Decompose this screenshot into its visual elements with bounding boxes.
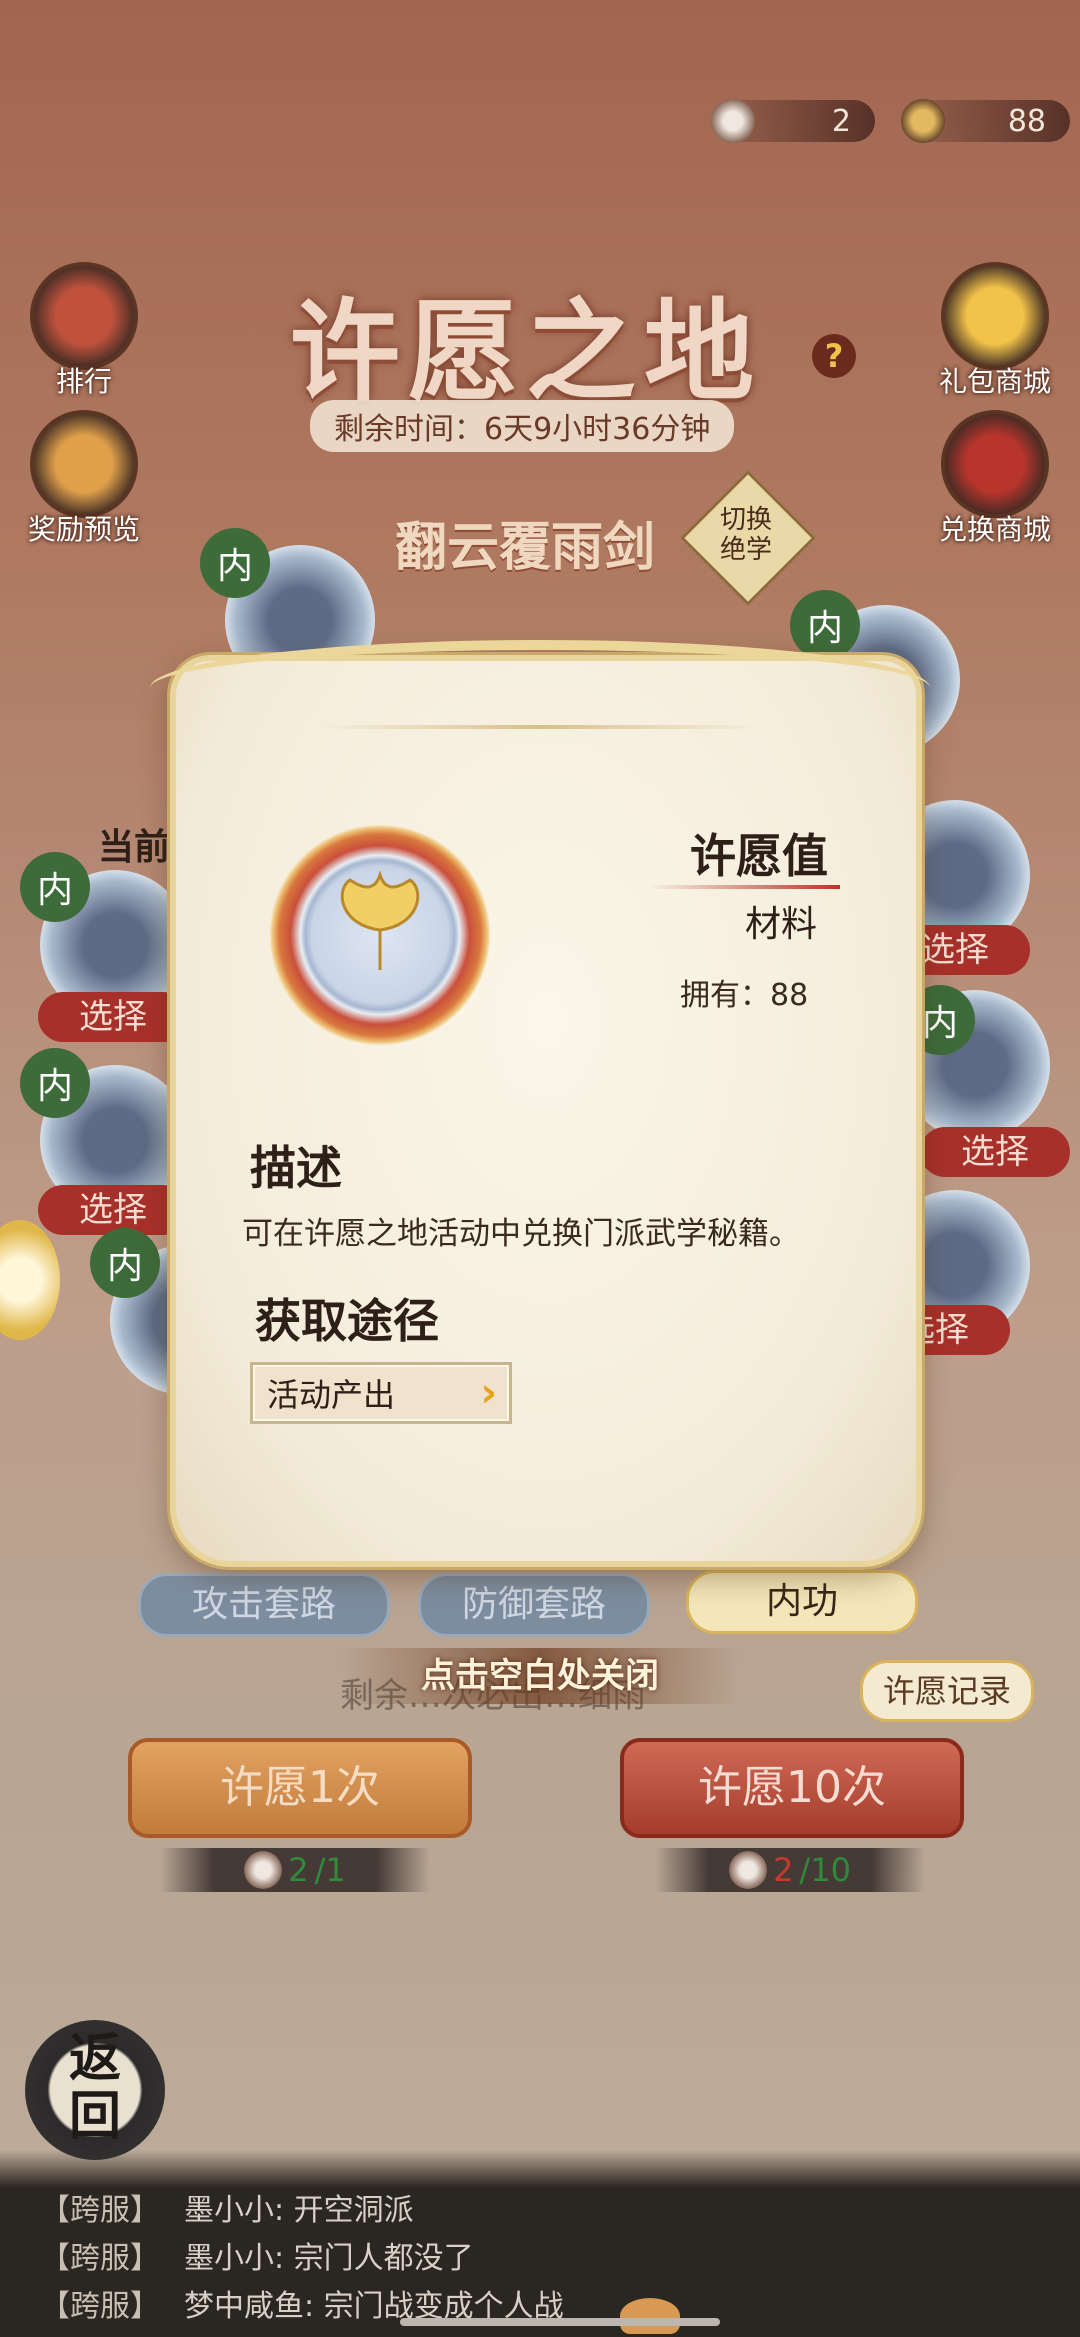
name-underline bbox=[650, 885, 840, 889]
neigong-tag: 内 bbox=[20, 852, 90, 922]
world-chat[interactable]: 【跨服】 墨小小: 开空洞派 【跨服】 墨小小: 宗门人都没了 【跨服】 梦中咸鱼: … bbox=[0, 2187, 1080, 2337]
treasure-chest-icon bbox=[30, 410, 138, 518]
tab-neigong[interactable]: 内功 bbox=[686, 1570, 918, 1634]
gift-shop-button[interactable]: 礼包商城 bbox=[935, 262, 1055, 400]
wish-ten-button[interactable]: 许愿10次 bbox=[620, 1738, 964, 1838]
current-label: 当前 bbox=[98, 827, 171, 868]
source-activity-button[interactable]: 活动产出 › bbox=[250, 1362, 512, 1424]
select-button[interactable]: 选择 bbox=[38, 1185, 188, 1235]
reward-preview-button[interactable]: 奖励预览 bbox=[24, 410, 144, 548]
description-text: 可在许愿之地活动中兑换门派武学秘籍。 bbox=[242, 1216, 800, 1252]
skill-name: 翻云覆雨剑 bbox=[395, 517, 656, 578]
item-detail-modal bbox=[170, 655, 922, 1567]
wish-token-icon bbox=[711, 99, 755, 143]
neigong-tag: 内 bbox=[90, 1228, 160, 1298]
ginkgo-counter: 88 bbox=[901, 99, 1070, 143]
home-indicator bbox=[400, 2318, 720, 2326]
ginkgo-leaf-icon bbox=[330, 870, 430, 980]
switch-skill-label: 切换 绝学 bbox=[719, 505, 772, 565]
chat-line: 【跨服】 墨小小: 宗门人都没了 bbox=[40, 2241, 474, 2276]
wish-once-cost: 2/1 bbox=[160, 1848, 430, 1892]
select-button[interactable]: 选择 bbox=[38, 992, 188, 1042]
neigong-tag: 内 bbox=[200, 528, 270, 598]
neigong-tag: 内 bbox=[790, 590, 860, 660]
ginkgo-leaf-icon bbox=[901, 99, 945, 143]
item-name: 许愿值 bbox=[690, 829, 828, 883]
neigong-tag: 内 bbox=[20, 1048, 90, 1118]
back-label: 返 回 bbox=[68, 2028, 121, 2147]
wish-token-icon bbox=[729, 1851, 768, 1889]
tab-defense[interactable]: 防御套路 bbox=[418, 1573, 650, 1637]
wish-ten-cost: 2/10 bbox=[655, 1848, 925, 1892]
close-hint[interactable]: 点击空白处关闭 bbox=[340, 1648, 740, 1704]
chevron-right-icon: › bbox=[480, 1370, 497, 1416]
shiba-dog-icon bbox=[620, 2298, 680, 2334]
chat-line: 【跨服】 墨小小: 开空洞派 bbox=[40, 2193, 414, 2228]
wish-once-button[interactable]: 许愿1次 bbox=[128, 1738, 472, 1838]
help-icon[interactable]: ? bbox=[812, 334, 856, 378]
gift-bag-icon bbox=[941, 262, 1049, 370]
exchange-shop-button[interactable]: 兑换商城 bbox=[935, 410, 1055, 548]
rank-button[interactable]: 排行 bbox=[24, 262, 144, 400]
page-title: 许愿之地 bbox=[290, 287, 762, 416]
wish-token-counter: 2 bbox=[711, 99, 875, 143]
wish-record-button[interactable]: 许愿记录 bbox=[860, 1660, 1034, 1722]
owned-count: 拥有：88 bbox=[680, 978, 809, 1013]
rank-scroll-icon bbox=[30, 262, 138, 370]
shop-pavilion-icon bbox=[941, 410, 1049, 518]
source-title: 获取途径 bbox=[255, 1294, 439, 1348]
select-button[interactable]: 选择 bbox=[920, 1127, 1070, 1177]
tab-attack[interactable]: 攻击套路 bbox=[138, 1573, 390, 1637]
description-title: 描述 bbox=[250, 1141, 342, 1195]
modal-scroll-top bbox=[150, 640, 930, 760]
remaining-time: 剩余时间：6天9小时36分钟 bbox=[310, 400, 735, 452]
item-type: 材料 bbox=[745, 904, 818, 945]
modal-divider bbox=[320, 725, 760, 729]
wish-token-icon bbox=[244, 1851, 283, 1889]
